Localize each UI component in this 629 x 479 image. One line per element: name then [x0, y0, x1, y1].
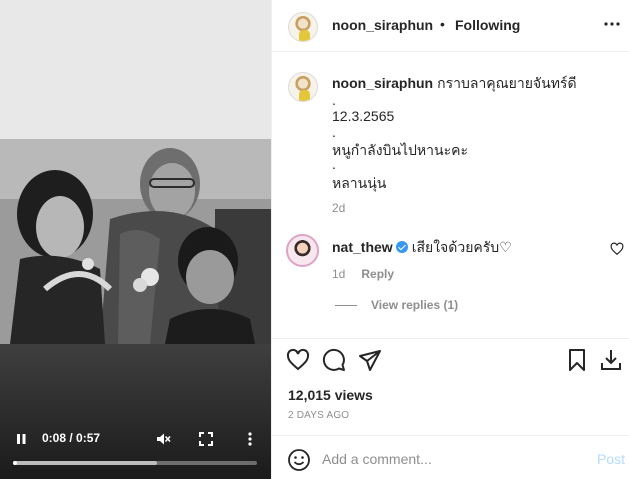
caption-line: 12.3.2565: [332, 108, 395, 124]
heart-icon: [286, 348, 310, 371]
comment-icon: [322, 348, 345, 371]
download-icon: [601, 350, 621, 370]
commenter-avatar[interactable]: [286, 234, 319, 267]
comment-like-button[interactable]: [610, 242, 624, 256]
comment-input[interactable]: [322, 448, 572, 470]
more-options-icon: [604, 22, 620, 26]
verified-badge-icon: [395, 241, 408, 253]
pause-icon: [17, 434, 26, 444]
caption-line: .: [332, 124, 336, 140]
like-button[interactable]: [286, 348, 310, 372]
caption-line: หลานนุ่น: [332, 175, 387, 191]
video-letterbox-bottom: [0, 344, 271, 479]
comment-body: nat_thew เสียใจด้วยครับ♡: [332, 237, 512, 259]
commenter-username[interactable]: nat_thew: [332, 239, 393, 255]
add-comment-bar: Post: [272, 435, 629, 479]
heart-icon: [610, 242, 624, 256]
reply-button[interactable]: Reply: [361, 267, 394, 281]
video-letterbox-top: [0, 0, 271, 139]
view-count: 12,015 views: [288, 387, 373, 403]
comment-text: เสียใจด้วยครับ♡: [411, 239, 512, 255]
share-button[interactable]: [358, 348, 382, 372]
more-options-button[interactable]: [602, 14, 622, 34]
video-more-button[interactable]: [241, 430, 259, 448]
fullscreen-button[interactable]: [197, 430, 215, 448]
video-progress-bar[interactable]: [13, 461, 257, 465]
save-button[interactable]: [565, 348, 589, 372]
caption-username[interactable]: noon_siraphun: [332, 75, 433, 91]
author-avatar[interactable]: [288, 12, 318, 42]
video-buffered: [13, 461, 157, 465]
caption-age: 2d: [332, 201, 346, 215]
post-header: noon_siraphun • Following: [272, 0, 629, 52]
video-more-icon: [248, 432, 252, 446]
emoji-icon: [288, 449, 310, 471]
mute-button[interactable]: [153, 430, 173, 448]
caption-line: .: [332, 92, 336, 108]
comment-age: 1d: [332, 267, 346, 281]
caption-text: กราบลาคุณยายจันทร์ดี: [437, 75, 577, 91]
caption-first-line: noon_siraphun กราบลาคุณยายจันทร์ดี: [332, 75, 617, 91]
video-frame-photo: [0, 139, 271, 344]
post-details-panel: noon_siraphun • Following noon_siraphun ก…: [271, 0, 629, 479]
post-timestamp: 2 DAYS AGO: [288, 410, 350, 421]
fullscreen-icon: [199, 432, 213, 446]
actions-divider: [272, 338, 629, 339]
download-button[interactable]: [599, 348, 623, 372]
author-username[interactable]: noon_siraphun: [332, 17, 433, 33]
comment-button[interactable]: [322, 348, 346, 372]
emoji-button[interactable]: [287, 448, 311, 472]
pause-button[interactable]: [12, 430, 30, 448]
video-player[interactable]: 0:08 / 0:57: [0, 0, 271, 479]
caption-avatar[interactable]: [288, 72, 318, 102]
mute-icon: [157, 433, 171, 445]
header-separator: •: [440, 16, 445, 32]
caption-line: .: [332, 156, 336, 172]
bookmark-icon: [569, 349, 585, 371]
view-replies-button[interactable]: View replies (1): [371, 298, 458, 312]
caption-line: หนูกำลังบินไปหานะคะ: [332, 142, 469, 158]
post-comment-button[interactable]: Post: [597, 451, 625, 467]
replies-divider: [335, 305, 357, 306]
following-button[interactable]: Following: [455, 17, 520, 33]
video-time: 0:08 / 0:57: [42, 431, 101, 445]
video-progress-fill: [13, 461, 17, 465]
share-icon: [359, 350, 381, 371]
comment-meta: 1d Reply: [332, 267, 394, 281]
photo-illustration: [0, 139, 271, 344]
